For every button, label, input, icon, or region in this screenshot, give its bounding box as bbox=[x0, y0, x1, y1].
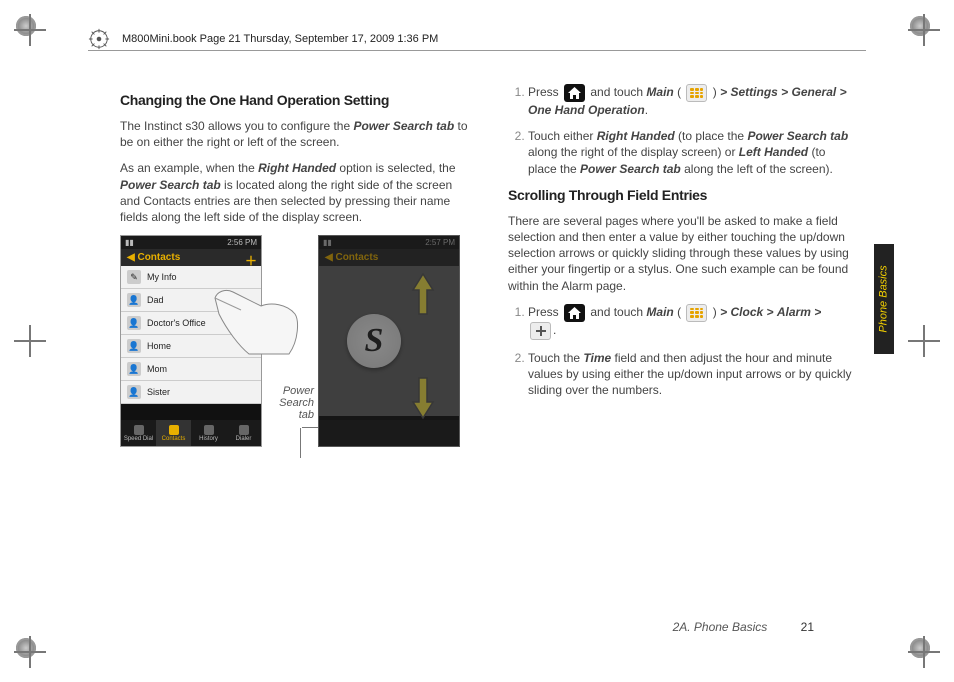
step-item: Press and touch Main ( ) > Clock > Alarm… bbox=[528, 304, 856, 340]
figure-phone-right: ▮▮2:57 PM ◀ Contacts S bbox=[318, 235, 460, 447]
crop-mark bbox=[16, 327, 44, 355]
main-menu-icon bbox=[686, 84, 707, 102]
avatar-icon: 👤 bbox=[127, 293, 141, 307]
main-menu-icon bbox=[686, 304, 707, 322]
step-item: Touch the Time field and then adjust the… bbox=[528, 350, 856, 399]
phone-tab: Dialer bbox=[226, 420, 261, 446]
paragraph: The Instinct s30 allows you to configure… bbox=[120, 118, 468, 150]
avatar-icon: 👤 bbox=[127, 362, 141, 376]
figure-phone-left: ▮▮2:56 PM ◀ Contacts ＋ ✎My Info👤Dad👤Doct… bbox=[120, 235, 262, 447]
page-footer: 2A. Phone Basics 21 bbox=[673, 620, 814, 634]
avatar-icon: 👤 bbox=[127, 339, 141, 353]
heading-one-hand: Changing the One Hand Operation Setting bbox=[120, 92, 468, 108]
avatar-icon: 👤 bbox=[127, 316, 141, 330]
running-head: M800Mini.book Page 21 Thursday, Septembe… bbox=[88, 28, 866, 51]
frame-gear-icon bbox=[88, 28, 110, 50]
list-item: ✎My Info bbox=[121, 266, 261, 289]
list-item: 👤Sister bbox=[121, 381, 261, 404]
footer-section: 2A. Phone Basics bbox=[673, 620, 768, 634]
right-column: Press and touch Main ( ) > Settings > Ge… bbox=[508, 84, 856, 447]
phone-tab: Speed Dial bbox=[121, 420, 156, 446]
home-button-icon bbox=[564, 84, 585, 102]
crop-mark bbox=[16, 638, 44, 666]
paragraph: As an example, when the Right Handed opt… bbox=[120, 160, 468, 225]
phone-tab: History bbox=[191, 420, 226, 446]
steps-one-hand: Press and touch Main ( ) > Settings > Ge… bbox=[508, 84, 856, 177]
step-item: Touch either Right Handed (to place the … bbox=[528, 128, 856, 177]
paragraph: There are several pages where you'll be … bbox=[508, 213, 856, 294]
left-column: Changing the One Hand Operation Setting … bbox=[120, 84, 468, 447]
figure-one-hand: ▮▮2:56 PM ◀ Contacts ＋ ✎My Info👤Dad👤Doct… bbox=[120, 235, 468, 447]
add-alarm-icon bbox=[530, 322, 551, 340]
crop-mark bbox=[910, 638, 938, 666]
figure-callout-label: Power Search tab bbox=[264, 235, 314, 421]
section-side-tab: Phone Basics bbox=[874, 244, 894, 354]
list-item: 👤Home bbox=[121, 335, 261, 358]
list-item: 👤Doctor's Office bbox=[121, 312, 261, 335]
letter-s-bubble-icon: S bbox=[347, 314, 401, 368]
avatar-icon: 👤 bbox=[127, 385, 141, 399]
home-button-icon bbox=[564, 304, 585, 322]
list-item: 👤Mom bbox=[121, 358, 261, 381]
avatar-icon: ✎ bbox=[127, 270, 141, 284]
heading-scrolling: Scrolling Through Field Entries bbox=[508, 187, 856, 203]
crop-mark bbox=[910, 16, 938, 44]
arrow-down-icon bbox=[411, 376, 433, 422]
list-item: 👤Dad bbox=[121, 289, 261, 312]
section-side-tab-label: Phone Basics bbox=[878, 265, 890, 332]
footer-page-number: 21 bbox=[801, 620, 814, 634]
arrow-up-icon bbox=[411, 272, 433, 318]
phone-tab: Contacts bbox=[156, 420, 191, 446]
crop-mark bbox=[910, 327, 938, 355]
running-head-text: M800Mini.book Page 21 Thursday, Septembe… bbox=[122, 33, 438, 45]
steps-scrolling: Press and touch Main ( ) > Clock > Alarm… bbox=[508, 304, 856, 399]
crop-mark bbox=[16, 16, 44, 44]
step-item: Press and touch Main ( ) > Settings > Ge… bbox=[528, 84, 856, 118]
